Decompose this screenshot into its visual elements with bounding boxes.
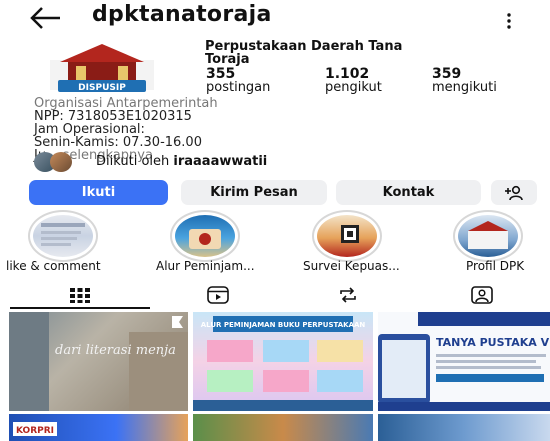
post-caption: ALUR PEMINJAMAN BUKU PERPUSTAKAAN (201, 321, 366, 329)
post-thumbnail[interactable] (193, 414, 373, 441)
svg-text:DISPUSIP: DISPUSIP (78, 83, 126, 93)
post-thumbnail[interactable]: ALUR PEMINJAMAN BUKU PERPUSTAKAAN (193, 312, 373, 411)
post-caption: TANYA PUSTAKA VIRTUAL (436, 336, 550, 349)
highlight-like-comment[interactable] (28, 210, 98, 262)
highlight-alur[interactable] (170, 210, 240, 262)
message-button[interactable]: Kirim Pesan (181, 180, 327, 205)
contact-button[interactable]: Kontak (336, 180, 481, 205)
highlight-label: Survei Kepuas... (303, 259, 400, 273)
posts-label[interactable]: postingan (206, 80, 270, 95)
more-options-icon[interactable] (505, 10, 513, 32)
post-caption: KORPRI (16, 426, 54, 436)
reels-icon[interactable] (206, 286, 230, 304)
highlight-label: Profil DPK (466, 259, 525, 273)
follower-avatar (50, 152, 72, 172)
post-caption: dari literasi menja (55, 343, 176, 358)
post-thumbnail[interactable] (378, 414, 550, 441)
active-tab-underline (10, 307, 150, 309)
repost-icon[interactable] (336, 286, 360, 304)
highlight-label: like & comment (6, 259, 101, 273)
back-arrow-icon[interactable] (28, 4, 62, 32)
highlight-profil[interactable] (453, 210, 523, 262)
highlight-label: Alur Peminjam... (156, 259, 255, 273)
grid-icon[interactable] (68, 286, 92, 304)
post-thumbnail[interactable]: KORPRI (9, 414, 188, 441)
highlight-survei[interactable] (312, 210, 382, 262)
username-title: dpktanatoraja (92, 2, 272, 27)
follow-button[interactable]: Ikuti (29, 180, 168, 205)
post-thumbnail[interactable]: dari literasi menja (9, 312, 188, 411)
following-label[interactable]: mengikuti (432, 80, 497, 95)
add-person-icon (505, 185, 523, 200)
profile-avatar[interactable]: DISPUSIP (42, 40, 162, 98)
tagged-icon[interactable] (470, 286, 494, 304)
profile-name: Perpustakaan Daerah Tana Toraja (205, 39, 403, 67)
followers-label[interactable]: pengikut (325, 80, 382, 95)
add-person-button[interactable] (491, 180, 537, 205)
post-thumbnail[interactable]: TANYA PUSTAKA VIRTUAL (378, 312, 550, 411)
pin-icon (172, 316, 183, 328)
